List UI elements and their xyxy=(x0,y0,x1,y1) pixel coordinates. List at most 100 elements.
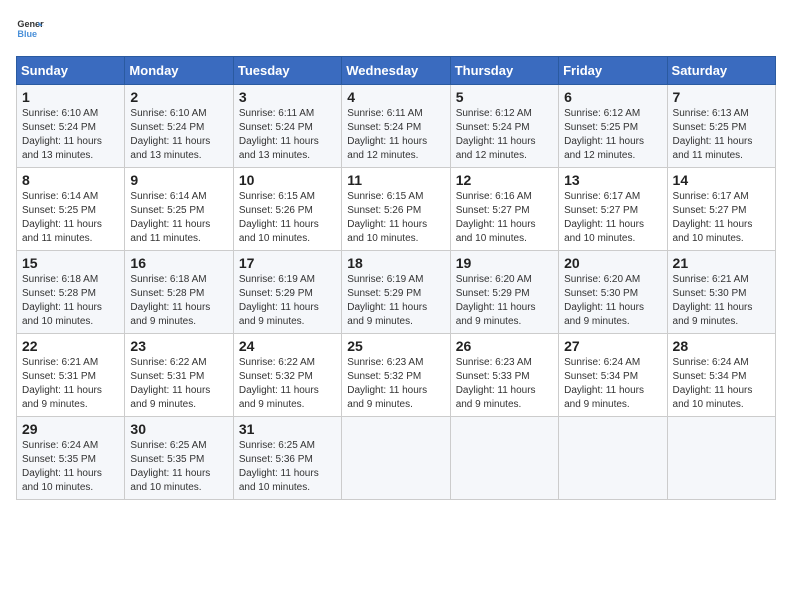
calendar-cell: 16 Sunrise: 6:18 AM Sunset: 5:28 PM Dayl… xyxy=(125,251,233,334)
day-info: Sunrise: 6:19 AM Sunset: 5:29 PM Dayligh… xyxy=(239,273,336,329)
day-info: Sunrise: 6:25 AM Sunset: 5:35 PM Dayligh… xyxy=(130,439,227,495)
day-number: 20 xyxy=(564,255,661,271)
calendar-cell: 28 Sunrise: 6:24 AM Sunset: 5:34 PM Dayl… xyxy=(667,334,775,417)
calendar-cell: 13 Sunrise: 6:17 AM Sunset: 5:27 PM Dayl… xyxy=(559,168,667,251)
day-number: 15 xyxy=(22,255,119,271)
day-info: Sunrise: 6:20 AM Sunset: 5:30 PM Dayligh… xyxy=(564,273,661,329)
calendar-cell xyxy=(342,417,450,500)
calendar-cell: 6 Sunrise: 6:12 AM Sunset: 5:25 PM Dayli… xyxy=(559,85,667,168)
day-info: Sunrise: 6:20 AM Sunset: 5:29 PM Dayligh… xyxy=(456,273,553,329)
calendar-cell: 24 Sunrise: 6:22 AM Sunset: 5:32 PM Dayl… xyxy=(233,334,341,417)
day-info: Sunrise: 6:22 AM Sunset: 5:32 PM Dayligh… xyxy=(239,356,336,412)
calendar-cell: 21 Sunrise: 6:21 AM Sunset: 5:30 PM Dayl… xyxy=(667,251,775,334)
calendar-week-3: 22 Sunrise: 6:21 AM Sunset: 5:31 PM Dayl… xyxy=(17,334,776,417)
day-info: Sunrise: 6:14 AM Sunset: 5:25 PM Dayligh… xyxy=(22,190,119,246)
calendar-cell: 30 Sunrise: 6:25 AM Sunset: 5:35 PM Dayl… xyxy=(125,417,233,500)
day-number: 2 xyxy=(130,89,227,105)
day-number: 3 xyxy=(239,89,336,105)
svg-text:Blue: Blue xyxy=(17,29,37,39)
calendar-cell xyxy=(450,417,558,500)
day-header-monday: Monday xyxy=(125,57,233,85)
logo: General Blue xyxy=(16,16,44,44)
calendar-header: SundayMondayTuesdayWednesdayThursdayFrid… xyxy=(17,57,776,85)
calendar-cell: 23 Sunrise: 6:22 AM Sunset: 5:31 PM Dayl… xyxy=(125,334,233,417)
day-header-saturday: Saturday xyxy=(667,57,775,85)
day-info: Sunrise: 6:14 AM Sunset: 5:25 PM Dayligh… xyxy=(130,190,227,246)
day-number: 29 xyxy=(22,421,119,437)
day-number: 16 xyxy=(130,255,227,271)
day-number: 27 xyxy=(564,338,661,354)
calendar-cell: 14 Sunrise: 6:17 AM Sunset: 5:27 PM Dayl… xyxy=(667,168,775,251)
day-info: Sunrise: 6:12 AM Sunset: 5:25 PM Dayligh… xyxy=(564,107,661,163)
calendar-cell: 27 Sunrise: 6:24 AM Sunset: 5:34 PM Dayl… xyxy=(559,334,667,417)
header-row: SundayMondayTuesdayWednesdayThursdayFrid… xyxy=(17,57,776,85)
day-info: Sunrise: 6:24 AM Sunset: 5:34 PM Dayligh… xyxy=(673,356,770,412)
day-info: Sunrise: 6:11 AM Sunset: 5:24 PM Dayligh… xyxy=(347,107,444,163)
calendar-cell: 31 Sunrise: 6:25 AM Sunset: 5:36 PM Dayl… xyxy=(233,417,341,500)
header: General Blue xyxy=(16,16,776,44)
calendar-cell: 3 Sunrise: 6:11 AM Sunset: 5:24 PM Dayli… xyxy=(233,85,341,168)
calendar-cell xyxy=(559,417,667,500)
day-number: 28 xyxy=(673,338,770,354)
calendar-cell: 9 Sunrise: 6:14 AM Sunset: 5:25 PM Dayli… xyxy=(125,168,233,251)
day-info: Sunrise: 6:16 AM Sunset: 5:27 PM Dayligh… xyxy=(456,190,553,246)
day-number: 12 xyxy=(456,172,553,188)
day-number: 23 xyxy=(130,338,227,354)
calendar-cell: 19 Sunrise: 6:20 AM Sunset: 5:29 PM Dayl… xyxy=(450,251,558,334)
day-info: Sunrise: 6:22 AM Sunset: 5:31 PM Dayligh… xyxy=(130,356,227,412)
day-info: Sunrise: 6:15 AM Sunset: 5:26 PM Dayligh… xyxy=(239,190,336,246)
day-header-sunday: Sunday xyxy=(17,57,125,85)
calendar-week-0: 1 Sunrise: 6:10 AM Sunset: 5:24 PM Dayli… xyxy=(17,85,776,168)
day-number: 14 xyxy=(673,172,770,188)
day-number: 25 xyxy=(347,338,444,354)
calendar-cell xyxy=(667,417,775,500)
calendar-cell: 5 Sunrise: 6:12 AM Sunset: 5:24 PM Dayli… xyxy=(450,85,558,168)
calendar-cell: 26 Sunrise: 6:23 AM Sunset: 5:33 PM Dayl… xyxy=(450,334,558,417)
day-number: 9 xyxy=(130,172,227,188)
day-number: 24 xyxy=(239,338,336,354)
day-info: Sunrise: 6:21 AM Sunset: 5:30 PM Dayligh… xyxy=(673,273,770,329)
day-info: Sunrise: 6:25 AM Sunset: 5:36 PM Dayligh… xyxy=(239,439,336,495)
day-info: Sunrise: 6:15 AM Sunset: 5:26 PM Dayligh… xyxy=(347,190,444,246)
calendar-cell: 8 Sunrise: 6:14 AM Sunset: 5:25 PM Dayli… xyxy=(17,168,125,251)
calendar-cell: 20 Sunrise: 6:20 AM Sunset: 5:30 PM Dayl… xyxy=(559,251,667,334)
day-info: Sunrise: 6:23 AM Sunset: 5:33 PM Dayligh… xyxy=(456,356,553,412)
day-info: Sunrise: 6:18 AM Sunset: 5:28 PM Dayligh… xyxy=(22,273,119,329)
day-number: 4 xyxy=(347,89,444,105)
day-info: Sunrise: 6:10 AM Sunset: 5:24 PM Dayligh… xyxy=(22,107,119,163)
day-info: Sunrise: 6:11 AM Sunset: 5:24 PM Dayligh… xyxy=(239,107,336,163)
calendar-cell: 25 Sunrise: 6:23 AM Sunset: 5:32 PM Dayl… xyxy=(342,334,450,417)
day-info: Sunrise: 6:24 AM Sunset: 5:35 PM Dayligh… xyxy=(22,439,119,495)
day-number: 22 xyxy=(22,338,119,354)
day-info: Sunrise: 6:17 AM Sunset: 5:27 PM Dayligh… xyxy=(564,190,661,246)
day-number: 30 xyxy=(130,421,227,437)
calendar-week-2: 15 Sunrise: 6:18 AM Sunset: 5:28 PM Dayl… xyxy=(17,251,776,334)
calendar-cell: 22 Sunrise: 6:21 AM Sunset: 5:31 PM Dayl… xyxy=(17,334,125,417)
calendar-cell: 4 Sunrise: 6:11 AM Sunset: 5:24 PM Dayli… xyxy=(342,85,450,168)
day-info: Sunrise: 6:24 AM Sunset: 5:34 PM Dayligh… xyxy=(564,356,661,412)
day-number: 13 xyxy=(564,172,661,188)
day-number: 18 xyxy=(347,255,444,271)
day-header-wednesday: Wednesday xyxy=(342,57,450,85)
day-info: Sunrise: 6:17 AM Sunset: 5:27 PM Dayligh… xyxy=(673,190,770,246)
day-number: 11 xyxy=(347,172,444,188)
day-header-tuesday: Tuesday xyxy=(233,57,341,85)
logo-icon: General Blue xyxy=(16,16,44,44)
day-info: Sunrise: 6:23 AM Sunset: 5:32 PM Dayligh… xyxy=(347,356,444,412)
calendar-cell: 18 Sunrise: 6:19 AM Sunset: 5:29 PM Dayl… xyxy=(342,251,450,334)
calendar-week-4: 29 Sunrise: 6:24 AM Sunset: 5:35 PM Dayl… xyxy=(17,417,776,500)
day-number: 17 xyxy=(239,255,336,271)
day-number: 26 xyxy=(456,338,553,354)
day-number: 10 xyxy=(239,172,336,188)
day-number: 21 xyxy=(673,255,770,271)
calendar-week-1: 8 Sunrise: 6:14 AM Sunset: 5:25 PM Dayli… xyxy=(17,168,776,251)
day-number: 31 xyxy=(239,421,336,437)
calendar-cell: 12 Sunrise: 6:16 AM Sunset: 5:27 PM Dayl… xyxy=(450,168,558,251)
calendar-cell: 7 Sunrise: 6:13 AM Sunset: 5:25 PM Dayli… xyxy=(667,85,775,168)
calendar-cell: 2 Sunrise: 6:10 AM Sunset: 5:24 PM Dayli… xyxy=(125,85,233,168)
calendar-body: 1 Sunrise: 6:10 AM Sunset: 5:24 PM Dayli… xyxy=(17,85,776,500)
calendar-table: SundayMondayTuesdayWednesdayThursdayFrid… xyxy=(16,56,776,500)
calendar-cell: 10 Sunrise: 6:15 AM Sunset: 5:26 PM Dayl… xyxy=(233,168,341,251)
calendar-cell: 11 Sunrise: 6:15 AM Sunset: 5:26 PM Dayl… xyxy=(342,168,450,251)
day-header-thursday: Thursday xyxy=(450,57,558,85)
